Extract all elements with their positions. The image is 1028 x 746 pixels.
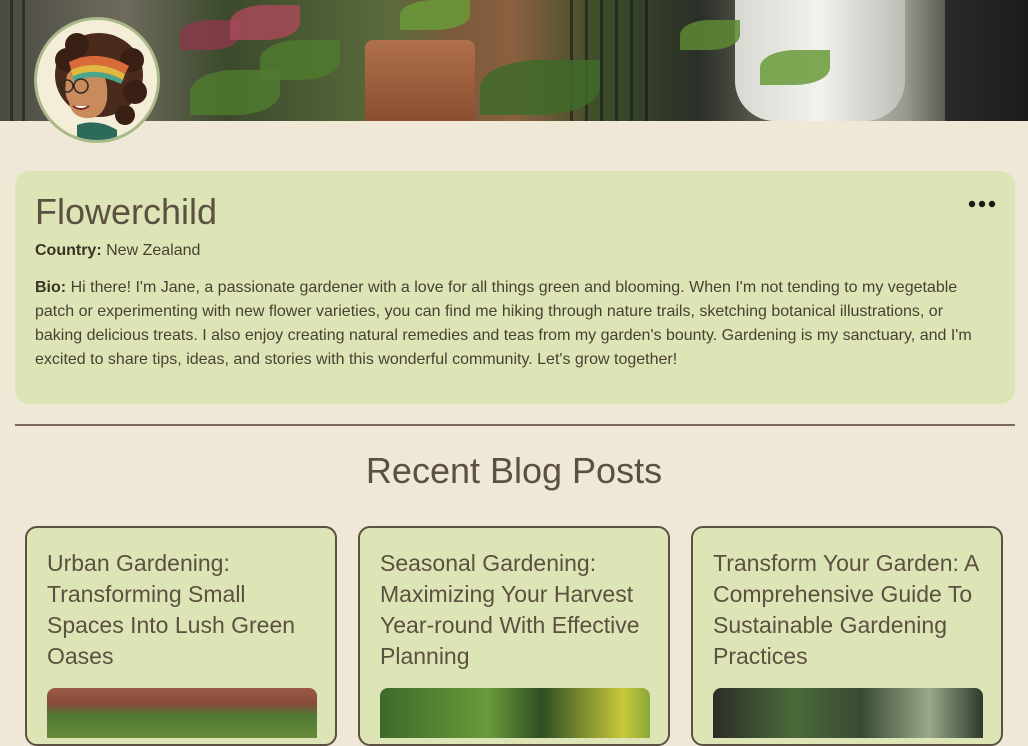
blog-post-card[interactable]: Seasonal Gardening: Maximizing Your Harv… — [358, 526, 670, 746]
more-horizontal-icon — [968, 200, 996, 208]
profile-bio: Bio: Hi there! I'm Jane, a passionate ga… — [35, 276, 990, 372]
bio-label: Bio: — [35, 279, 67, 296]
blog-post-title[interactable]: Transform Your Garden: A Comprehensive G… — [713, 548, 993, 672]
profile-username: Flowerchild — [35, 191, 218, 232]
blog-post-image[interactable] — [47, 688, 317, 738]
recent-posts-heading: Recent Blog Posts — [365, 450, 663, 491]
blog-post-title[interactable]: Urban Gardening: Transforming Small Spac… — [47, 548, 327, 672]
country-label: Country: — [35, 242, 102, 259]
section-divider — [15, 424, 1015, 426]
blog-post-title[interactable]: Seasonal Gardening: Maximizing Your Harv… — [380, 548, 660, 672]
blog-post-card[interactable]: Urban Gardening: Transforming Small Spac… — [25, 526, 337, 746]
user-avatar — [34, 17, 160, 143]
profile-card: Flowerchild Country: New Zealand Bio: Hi… — [15, 171, 1015, 404]
blog-post-card[interactable]: Transform Your Garden: A Comprehensive G… — [691, 526, 1003, 746]
blog-post-image[interactable] — [380, 688, 650, 738]
bio-text: Hi there! I'm Jane, a passionate gardene… — [35, 279, 972, 368]
profile-country: Country: New Zealand — [35, 242, 200, 260]
blog-post-image[interactable] — [713, 688, 983, 738]
country-value: New Zealand — [106, 242, 201, 259]
more-options-button[interactable] — [967, 189, 997, 219]
avatar-illustration — [37, 20, 157, 140]
